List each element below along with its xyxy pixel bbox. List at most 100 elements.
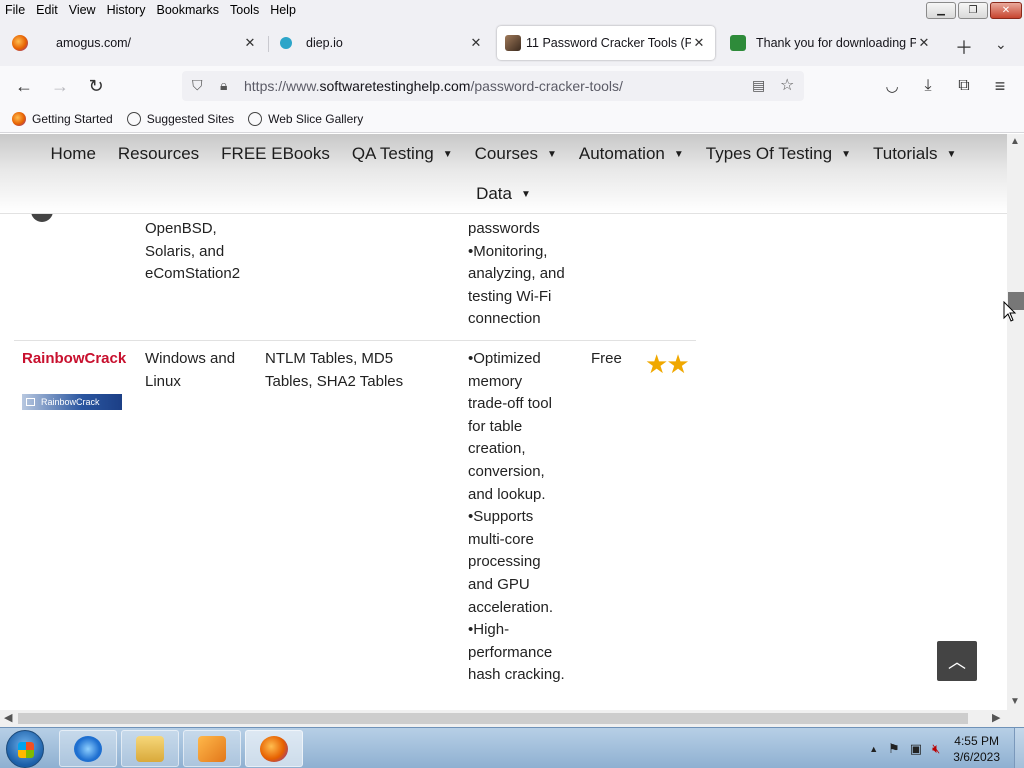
tab-amogus[interactable]: amogus.com/ ✕ <box>4 26 266 60</box>
pocket-icon[interactable]: ◡ <box>880 74 904 98</box>
nav-qa-testing[interactable]: QA Testing ▼ <box>352 144 453 164</box>
menu-tools[interactable]: Tools <box>225 0 265 20</box>
scroll-down-arrow-icon[interactable]: ▼ <box>1010 696 1020 707</box>
folder-icon <box>136 735 164 762</box>
nav-label: QA Testing <box>351 144 434 163</box>
menu-edit[interactable]: Edit <box>31 0 64 20</box>
address-bar[interactable]: ⛉ 🔒︎ https://www.softwaretestinghelp.com… <box>182 71 804 101</box>
chevron-up-icon: ︿ <box>948 652 966 672</box>
action-center-flag-icon[interactable]: ⚑ <box>888 741 900 757</box>
clock-date: 3/6/2023 <box>953 749 1000 764</box>
nav-tutorials[interactable]: Tutorials ▼ <box>873 144 956 164</box>
bookmarks-toolbar: Getting Started Suggested Sites Web Slic… <box>0 106 1024 133</box>
horizontal-scrollbar[interactable]: ◀ ▶ <box>0 710 1007 727</box>
bookmark-suggested-sites[interactable]: Suggested Sites <box>126 112 234 126</box>
scroll-right-arrow-icon[interactable]: ▶ <box>992 711 1000 724</box>
close-tab-icon[interactable]: ✕ <box>468 35 484 51</box>
feature-line: for table <box>468 417 523 435</box>
bookmark-star-icon[interactable]: ☆ <box>780 75 794 95</box>
menu-file[interactable]: File <box>0 0 31 20</box>
url-domain: softwaretestinghelp.com <box>319 78 471 94</box>
platform-line: eComStation2 <box>145 265 241 283</box>
feature-line: analyzing, and <box>468 265 565 283</box>
downloads-icon[interactable]: ⤓ <box>916 74 940 98</box>
nav-courses[interactable]: Courses ▼ <box>475 144 557 164</box>
menu-view[interactable]: View <box>64 0 102 20</box>
tool-name-link[interactable]: RainbowCrack <box>22 350 126 367</box>
bookmark-label: Web Slice Gallery <box>268 112 364 126</box>
lock-icon[interactable]: 🔒︎ <box>220 77 227 94</box>
tab-diep[interactable]: diep.io ✕ <box>272 26 492 60</box>
feature-line: hash cracking. <box>468 666 565 684</box>
scroll-up-arrow-icon[interactable]: ▲ <box>1010 136 1020 147</box>
nav-resources[interactable]: Resources <box>118 144 199 164</box>
bookmark-web-slice-gallery[interactable]: Web Slice Gallery <box>248 112 363 126</box>
restore-button[interactable]: ❐ <box>958 2 988 19</box>
nav-automation[interactable]: Automation ▼ <box>579 144 684 164</box>
bookmark-getting-started[interactable]: Getting Started <box>12 112 113 126</box>
new-tab-icon[interactable]: ＋ <box>955 34 973 60</box>
close-tab-icon[interactable]: ✕ <box>916 35 932 51</box>
feature-line: conversion, <box>468 462 545 480</box>
show-hidden-icons-icon[interactable]: ▲ <box>869 744 878 754</box>
tables-line: Tables, SHA2 Tables <box>265 372 404 390</box>
nav-free-ebooks[interactable]: FREE EBooks <box>221 144 330 164</box>
forward-button[interactable]: → <box>48 74 72 98</box>
platform-line: OpenBSD, <box>145 220 217 237</box>
tab-password-cracker[interactable]: 11 Password Cracker Tools (Pass ✕ <box>497 26 715 60</box>
minimize-button[interactable]: ▁ <box>926 2 956 19</box>
nav-label: Courses <box>474 144 538 163</box>
taskbar-internet-explorer[interactable] <box>59 730 117 767</box>
close-window-button[interactable]: ✕ <box>990 2 1022 19</box>
reload-button[interactable]: ↻ <box>84 74 108 98</box>
app-menu-icon[interactable]: ≡ <box>988 74 1012 98</box>
firefox-icon <box>12 112 26 126</box>
taskbar-file-explorer[interactable] <box>121 730 179 767</box>
close-tab-icon[interactable]: ✕ <box>691 35 707 51</box>
feature-line: memory <box>468 372 523 390</box>
scroll-left-arrow-icon[interactable]: ◀ <box>4 711 12 724</box>
nav-label: Data <box>476 184 512 203</box>
nav-types-of-testing[interactable]: Types Of Testing ▼ <box>706 144 851 164</box>
horizontal-scroll-thumb[interactable] <box>18 713 968 724</box>
menu-history[interactable]: History <box>102 0 152 20</box>
nav-data[interactable]: Data ▼ <box>476 184 531 204</box>
nav-label: Types Of Testing <box>705 144 833 163</box>
extensions-icon[interactable]: ⧉ <box>952 74 976 98</box>
rainbowcrack-logo[interactable]: RainbowCrack <box>22 394 122 410</box>
close-tab-icon[interactable]: ✕ <box>242 35 258 51</box>
reader-view-icon[interactable]: ▤ <box>752 77 765 94</box>
back-button[interactable]: ← <box>12 74 36 98</box>
taskbar-media-player[interactable] <box>183 730 241 767</box>
tables-line: NTLM Tables, MD5 <box>265 350 394 367</box>
feature-line: processing <box>468 553 541 571</box>
menu-bar: File Edit View History Bookmarks Tools H… <box>0 0 1024 20</box>
feature-line: acceleration. <box>468 598 554 616</box>
windows-logo-icon <box>18 742 34 758</box>
feature-line: and GPU <box>468 575 530 593</box>
show-desktop-button[interactable] <box>1014 728 1024 768</box>
nav-home[interactable]: Home <box>51 144 96 164</box>
caret-down-icon: ▼ <box>442 148 453 160</box>
feature-line: creation, <box>468 440 526 458</box>
volume-muted-icon[interactable]: 🔇︎ <box>932 741 940 757</box>
diep-icon <box>280 37 292 49</box>
vertical-scrollbar[interactable]: ▲ ▼ <box>1007 134 1024 710</box>
taskbar-firefox[interactable] <box>245 730 303 767</box>
menu-bookmarks[interactable]: Bookmarks <box>151 0 225 20</box>
back-to-top-button[interactable]: ︿ <box>937 641 977 681</box>
firefox-icon <box>260 735 288 762</box>
system-tray: ▲ ⚑ ▣ 🔇︎ 4:55 PM 3/6/2023 <box>864 728 1024 768</box>
clock-time: 4:55 PM <box>954 733 999 748</box>
rainbow-platform: Windows and Linux <box>145 348 235 393</box>
tab-thank-you[interactable]: Thank you for downloading Pas ✕ <box>722 26 940 60</box>
menu-help[interactable]: Help <box>265 0 302 20</box>
taskbar-clock[interactable]: 4:55 PM 3/6/2023 <box>953 733 1000 765</box>
globe-icon <box>248 112 263 126</box>
start-button[interactable] <box>6 730 44 768</box>
star-icon: ★ <box>666 349 689 379</box>
shield-icon[interactable]: ⛉ <box>192 77 203 94</box>
network-icon[interactable]: ▣ <box>910 741 922 757</box>
url-text[interactable]: https://www.softwaretestinghelp.com/pass… <box>244 78 623 94</box>
list-all-tabs-icon[interactable]: ⌄ <box>995 36 1007 53</box>
